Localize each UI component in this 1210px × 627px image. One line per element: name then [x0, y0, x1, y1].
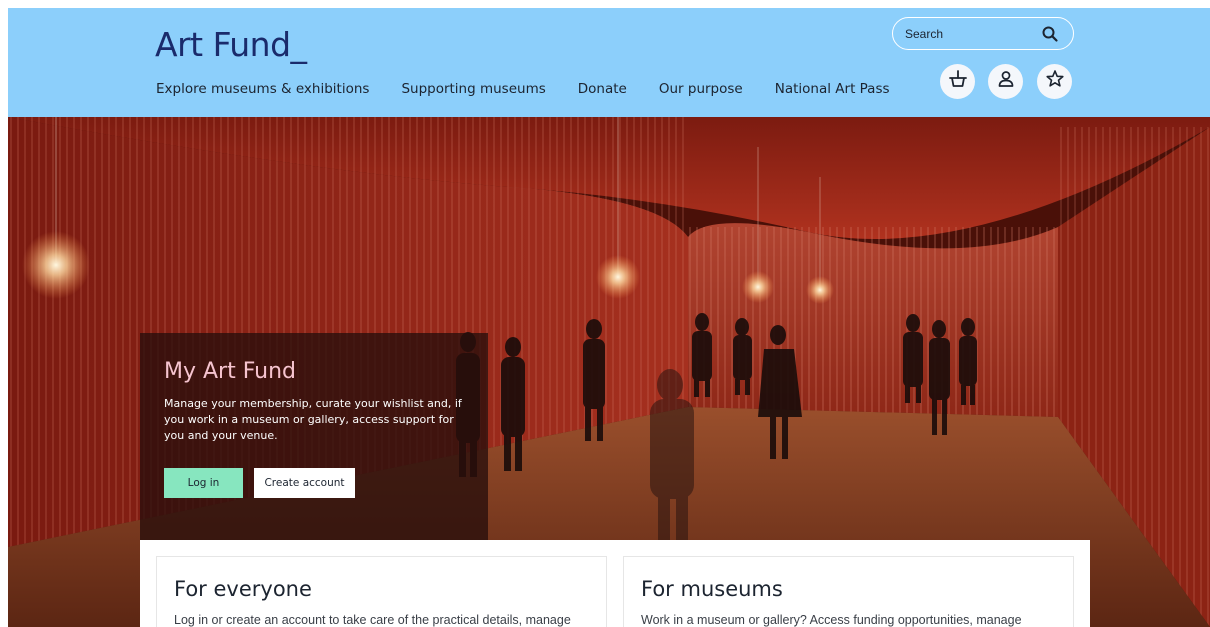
create-account-button[interactable]: Create account	[254, 468, 355, 498]
nav-our-purpose[interactable]: Our purpose	[659, 81, 743, 97]
basket-button[interactable]	[940, 64, 975, 99]
basket-icon	[948, 69, 968, 94]
main-nav: Explore museums & exhibitions Supporting…	[156, 81, 890, 97]
nav-donate[interactable]: Donate	[578, 81, 627, 97]
card-text: Log in or create an account to take care…	[174, 613, 571, 627]
search-input[interactable]	[905, 25, 1035, 43]
nav-explore-museums[interactable]: Explore museums & exhibitions	[156, 81, 369, 97]
card-text: Work in a museum or gallery? Access fund…	[641, 613, 1022, 627]
nav-supporting-museums[interactable]: Supporting museums	[401, 81, 545, 97]
site-logo[interactable]: Art Fund_	[155, 25, 307, 64]
card-for-museums: For museums Work in a museum or gallery?…	[623, 556, 1074, 627]
card-title: For museums	[641, 577, 783, 601]
card-title: For everyone	[174, 577, 312, 601]
wishlist-button[interactable]	[1037, 64, 1072, 99]
card-for-everyone: For everyone Log in or create an account…	[156, 556, 607, 627]
site-header: Art Fund_ Explore museums & exhibitions …	[8, 8, 1210, 117]
account-cards: For everyone Log in or create an account…	[140, 540, 1090, 627]
panel-title: My Art Fund	[164, 359, 297, 384]
user-icon	[996, 69, 1016, 94]
star-icon	[1045, 69, 1065, 94]
account-button[interactable]	[988, 64, 1023, 99]
search-box	[892, 17, 1074, 50]
login-button[interactable]: Log in	[164, 468, 243, 498]
search-icon[interactable]	[1041, 25, 1059, 43]
nav-national-art-pass[interactable]: National Art Pass	[775, 81, 890, 97]
my-art-fund-panel: My Art Fund Manage your membership, cura…	[140, 333, 488, 543]
panel-description: Manage your membership, curate your wish…	[164, 397, 462, 442]
